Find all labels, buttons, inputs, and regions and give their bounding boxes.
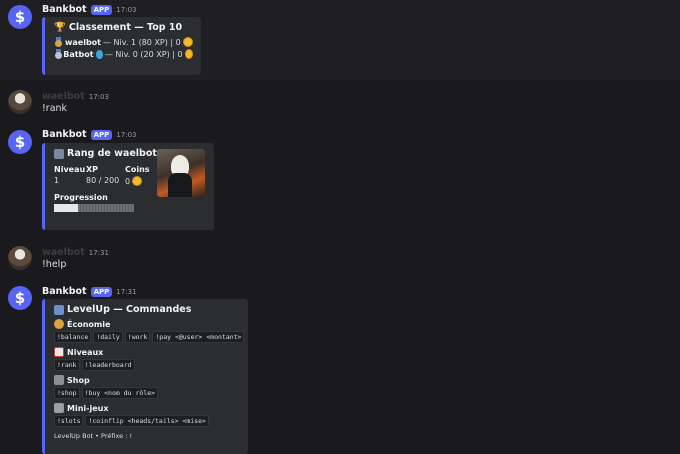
- trophy-icon: 🏆: [54, 22, 66, 33]
- progress-fill: [54, 204, 78, 212]
- command-chip[interactable]: !work: [124, 331, 151, 343]
- timestamp: 17:03: [116, 5, 137, 14]
- coin-icon: [182, 37, 193, 47]
- book-icon: [54, 304, 64, 315]
- app-badge: APP: [90, 286, 113, 297]
- embed-title: 🏆 Classement — Top 10: [54, 22, 183, 33]
- command-list: !balance !daily !work !pay <@user> <mont…: [54, 331, 245, 343]
- slot-machine-icon: [54, 403, 64, 413]
- command-chip[interactable]: !shop: [54, 387, 80, 399]
- progress-empty: [78, 204, 134, 212]
- gold-medal-icon: [54, 37, 63, 47]
- message-header: Bankbot APP 17:03: [42, 4, 136, 15]
- embed-footer: LevelUp Bot • Préfixe : !: [54, 432, 133, 440]
- field-niveau: Niveau 1: [54, 165, 86, 185]
- username[interactable]: Bankbot: [42, 4, 87, 15]
- message: $ Bankbot APP 17:31 LevelUp — Commandes …: [0, 282, 680, 454]
- chart-up-icon: [54, 347, 64, 357]
- command-chip[interactable]: !slots: [54, 415, 84, 427]
- message: waelbot 17:31 !help: [0, 242, 680, 278]
- batbot-avatar-icon: [95, 49, 103, 59]
- silver-medal-icon: [54, 49, 63, 59]
- embed-thumbnail[interactable]: [157, 149, 205, 197]
- command-list: !shop !buy <nom du rôle>: [54, 387, 240, 399]
- list-item: waelbot — Niv. 1 (80 XP) | 0: [54, 37, 193, 47]
- message-header: waelbot 17:31: [42, 247, 109, 258]
- timestamp: 17:31: [116, 287, 137, 296]
- username[interactable]: Bankbot: [42, 129, 87, 140]
- coin-icon: [184, 49, 193, 59]
- command-chip[interactable]: !rank: [54, 359, 80, 371]
- list-item: Batbot — Niv. 0 (20 XP) | 0: [54, 49, 193, 59]
- section-title: Mini-jeux: [54, 403, 240, 413]
- avatar[interactable]: [8, 90, 32, 114]
- command-chip[interactable]: !balance: [54, 331, 92, 343]
- username[interactable]: Bankbot: [42, 286, 87, 297]
- section-title: Économie: [54, 319, 240, 329]
- money-bag-icon: [54, 319, 64, 329]
- message-text: !rank: [42, 103, 68, 114]
- cart-icon: [54, 375, 64, 385]
- timestamp: 17:31: [88, 248, 109, 257]
- field-coins: Coins 0: [125, 165, 150, 186]
- message-text: !help: [42, 259, 67, 270]
- avatar[interactable]: $: [8, 5, 32, 29]
- section-title: Niveaux: [54, 347, 240, 357]
- progress-bar: [54, 204, 206, 212]
- username[interactable]: waelbot: [42, 91, 85, 102]
- avatar[interactable]: $: [8, 286, 32, 310]
- coin-icon: [132, 176, 143, 186]
- chart-icon: [54, 148, 64, 159]
- command-list: !rank !leaderboard: [54, 359, 240, 371]
- section-title: Shop: [54, 375, 240, 385]
- message: $ Bankbot APP 17:03 🏆 Classement — Top 1…: [0, 0, 680, 80]
- app-badge: APP: [90, 4, 113, 15]
- message: waelbot 17:03 !rank: [0, 86, 680, 122]
- embed: LevelUp — Commandes Économie !balance !d…: [42, 299, 248, 454]
- command-chip[interactable]: !buy <nom du rôle>: [81, 387, 159, 399]
- message-header: waelbot 17:03: [42, 91, 109, 102]
- message: $ Bankbot APP 17:03 Rang de waelbot Nive…: [0, 126, 680, 236]
- embed: Rang de waelbot Niveau 1 XP 80 / 200 Coi…: [42, 143, 214, 230]
- embed: 🏆 Classement — Top 10 waelbot — Niv. 1 (…: [42, 17, 201, 75]
- message-header: Bankbot APP 17:31: [42, 286, 136, 297]
- command-list: !slots !coinflip <heads/tails> <mise>: [54, 415, 240, 427]
- command-chip[interactable]: !pay <@user> <montant>: [152, 331, 245, 343]
- message-header: Bankbot APP 17:03: [42, 129, 136, 140]
- avatar[interactable]: [8, 246, 32, 270]
- command-chip[interactable]: !daily: [93, 331, 123, 343]
- command-chip[interactable]: !leaderboard: [81, 359, 135, 371]
- timestamp: 17:03: [116, 130, 137, 139]
- app-badge: APP: [90, 129, 113, 140]
- field-xp: XP 80 / 200: [86, 165, 120, 185]
- command-chip[interactable]: !coinflip <heads/tails> <mise>: [85, 415, 209, 427]
- username[interactable]: waelbot: [42, 247, 85, 258]
- timestamp: 17:03: [88, 92, 109, 101]
- embed-title: LevelUp — Commandes: [54, 304, 240, 315]
- avatar[interactable]: $: [8, 130, 32, 154]
